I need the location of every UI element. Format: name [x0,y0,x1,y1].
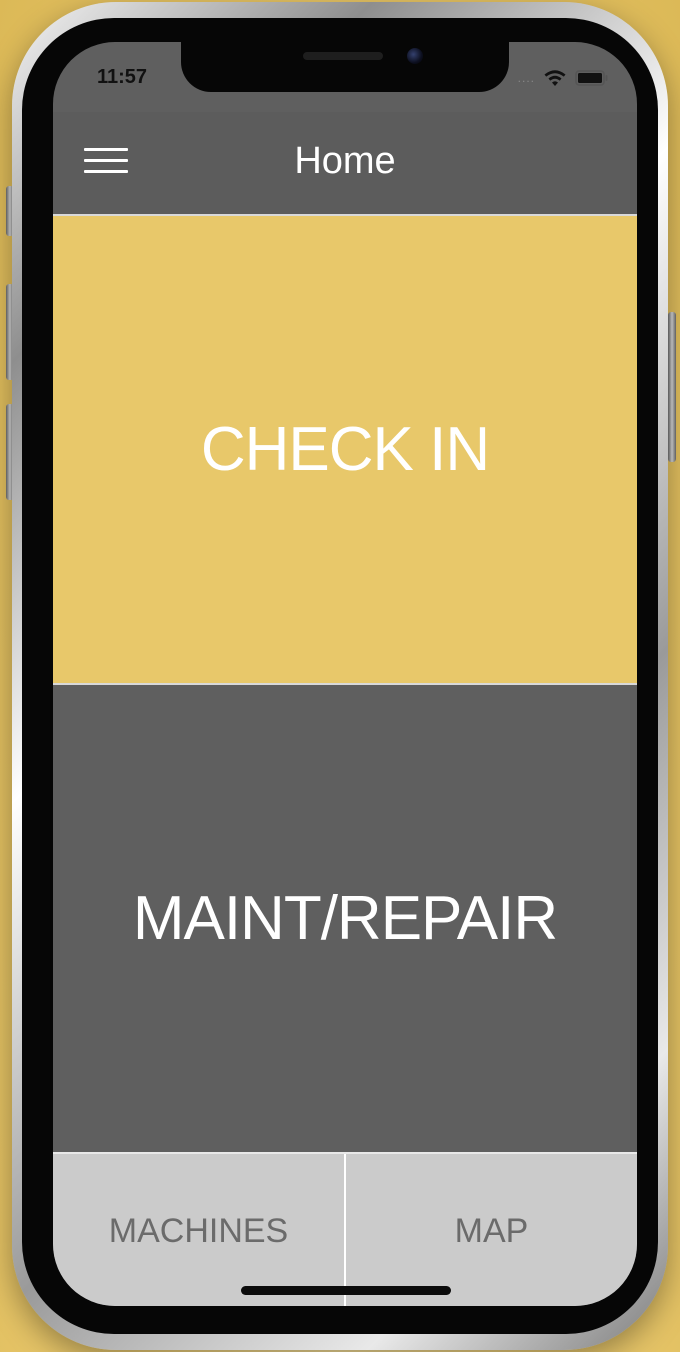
tab-map-label: MAP [454,1212,529,1250]
check-in-button[interactable]: CHECK IN [53,216,637,685]
power-button [668,312,676,462]
check-in-label: CHECK IN [200,415,490,484]
battery-icon [575,70,608,86]
phone-screen: 11:57 .... Home CHECK IN MAINT/REPAIR MA… [53,42,637,1306]
notch [181,42,509,92]
front-camera [407,48,423,64]
tab-map[interactable]: MAP [346,1154,637,1306]
page-title: Home [294,140,396,182]
maint-repair-label: MAINT/REPAIR [132,884,558,953]
home-indicator[interactable] [241,1286,451,1295]
bottom-tab-bar: MACHINES MAP [53,1152,637,1306]
app-header: Home [53,112,637,216]
earpiece-speaker [303,52,383,60]
status-icons: .... [518,68,609,88]
cellular-signal-icon: .... [517,71,535,85]
maint-repair-button[interactable]: MAINT/REPAIR [53,685,637,1152]
tab-machines-label: MACHINES [108,1212,289,1250]
tab-machines[interactable]: MACHINES [53,1154,344,1306]
status-time: 11:57 [97,66,148,88]
wifi-icon [544,70,566,86]
